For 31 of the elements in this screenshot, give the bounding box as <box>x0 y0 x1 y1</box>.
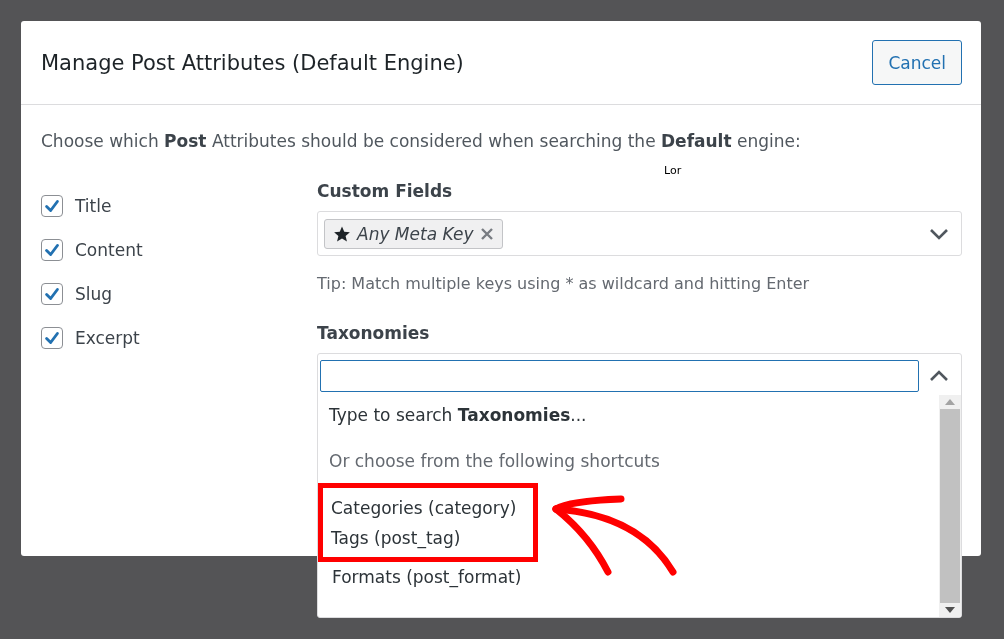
scrollbar[interactable] <box>939 395 961 617</box>
checkmark-icon <box>43 241 61 259</box>
description-text: Choose which Post Attributes should be considered when searching the Default engine: <box>41 131 802 151</box>
checkbox[interactable] <box>41 327 63 349</box>
checkbox[interactable] <box>41 195 63 217</box>
stray-text: Lor <box>664 164 682 177</box>
checkmark-icon <box>43 285 61 303</box>
search-hint: Type to search Taxonomies... <box>329 405 588 425</box>
checkmark-icon <box>43 329 61 347</box>
checkbox-label: Content <box>75 240 143 260</box>
search-field[interactable] <box>320 360 919 392</box>
tip-text: Tip: Match multiple keys using * as wildcard and hitting Enter <box>317 274 811 293</box>
remove-icon[interactable] <box>479 226 494 241</box>
meta-key-tag: Any Meta Key <box>324 218 503 249</box>
checkmark-icon <box>43 197 61 215</box>
taxonomy-option[interactable]: Categories (category) <box>331 493 533 523</box>
field-label: Taxonomies <box>317 323 430 343</box>
cancel-button[interactable]: Cancel <box>872 40 962 85</box>
chevron-up-icon[interactable] <box>929 370 949 382</box>
taxonomy-option[interactable]: Tags (post_tag) <box>331 523 533 553</box>
field-label: Custom Fields <box>317 181 453 201</box>
chevron-down-icon[interactable] <box>929 227 949 240</box>
checkbox[interactable] <box>41 283 63 305</box>
checkbox[interactable] <box>41 239 63 261</box>
checkbox-label: Slug <box>75 284 113 304</box>
shortcuts-heading: Or choose from the following shortcuts <box>329 451 661 471</box>
checkbox-label: Excerpt <box>75 328 140 348</box>
checkbox-label: Title <box>75 196 112 216</box>
dialog-title: Manage Post Attributes (Default Engine) <box>41 50 464 75</box>
taxonomy-option[interactable]: Formats (post_format) <box>332 562 939 592</box>
custom-fields-select[interactable]: Any Meta Key <box>317 211 962 256</box>
